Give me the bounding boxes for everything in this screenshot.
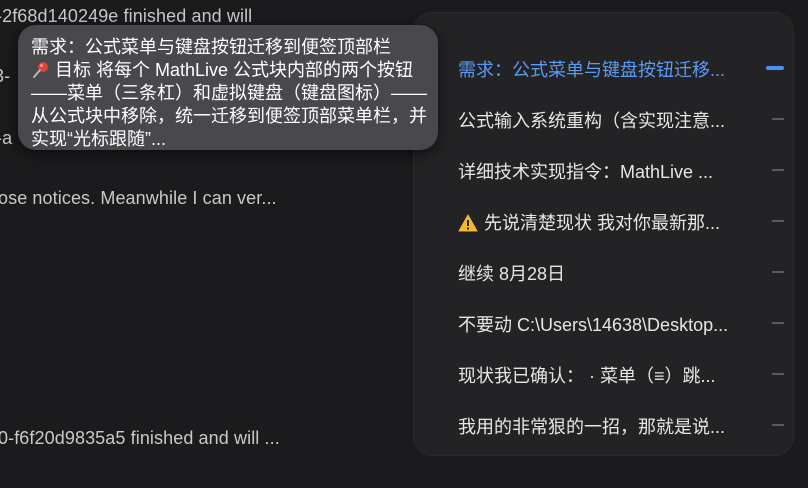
outline-item-5[interactable]: 不要动 C:\Users\14638\Desktop... [414, 298, 793, 349]
log-line: 0-f6f20d9835a5 finished and will ... [0, 428, 280, 448]
outline-item-7[interactable]: 我用的非常狠的一招，那就是说... [414, 400, 793, 451]
tooltip-text: 需求：公式菜单与键盘按钮迁移到便签顶部栏 目标 将每个 MathLive 公式块… [31, 36, 431, 151]
outline-item-label: 详细技术实现指令：MathLive ... [458, 161, 714, 182]
outline-item-label: 现状我已确认： · 菜单（≡）跳... [458, 365, 716, 386]
outline-item-label: 需求：公式菜单与键盘按钮迁移... [458, 59, 726, 80]
outline-item-label: 我用的非常狠的一招，那就是说... [458, 416, 726, 437]
outline-item-label: 继续 8月28日 [458, 263, 566, 284]
outline-item-label: 不要动 C:\Users\14638\Desktop... [458, 314, 729, 335]
outline-marker [772, 118, 784, 120]
pushpin-icon [33, 62, 48, 78]
outline-marker [772, 373, 784, 375]
outline-marker [772, 169, 784, 171]
outline-marker [772, 424, 784, 426]
tooltip-title: 需求：公式菜单与键盘按钮迁移到便签顶部栏 [31, 37, 391, 57]
log-line: ose notices. Meanwhile I can ver... [0, 188, 277, 208]
warning-icon [458, 214, 478, 231]
outline-item-1[interactable]: 公式输入系统重构（含实现注意... [414, 94, 793, 145]
outline-item-label-wrap: 先说清楚现状 我对你最新那... [458, 209, 750, 235]
active-marker [766, 66, 784, 70]
outline-item-4[interactable]: 继续 8月28日 [414, 247, 793, 298]
tooltip-body: 目标 将每个 MathLive 公式块内部的两个按钮——菜单（三条杠）和虚拟键盘… [31, 60, 427, 149]
log-line: -2f68d140249e finished and will [0, 6, 253, 26]
outline-item-0[interactable]: 需求：公式菜单与键盘按钮迁移... [414, 43, 793, 94]
outline-item-label: 公式输入系统重构（含实现注意... [458, 110, 726, 131]
log-line: -a [0, 128, 13, 148]
outline-item-3[interactable]: 先说清楚现状 我对你最新那... [414, 196, 793, 247]
outline-marker [772, 271, 784, 273]
app-window: -2f68d140249e finished and will 3- -a os… [0, 0, 808, 488]
outline-marker [772, 322, 784, 324]
outline-list: 需求：公式菜单与键盘按钮迁移... 公式输入系统重构（含实现注意... 详细技术… [414, 43, 793, 451]
outline-tooltip: 需求：公式菜单与键盘按钮迁移到便签顶部栏 目标 将每个 MathLive 公式块… [18, 25, 438, 150]
outline-item-label: 先说清楚现状 我对你最新那... [484, 212, 721, 233]
conversation-outline-panel: 需求：公式菜单与键盘按钮迁移... 公式输入系统重构（含实现注意... 详细技术… [414, 13, 793, 455]
log-line: 3- [0, 66, 11, 86]
outline-item-6[interactable]: 现状我已确认： · 菜单（≡）跳... [414, 349, 793, 400]
outline-item-2[interactable]: 详细技术实现指令：MathLive ... [414, 145, 793, 196]
outline-marker [772, 220, 784, 222]
